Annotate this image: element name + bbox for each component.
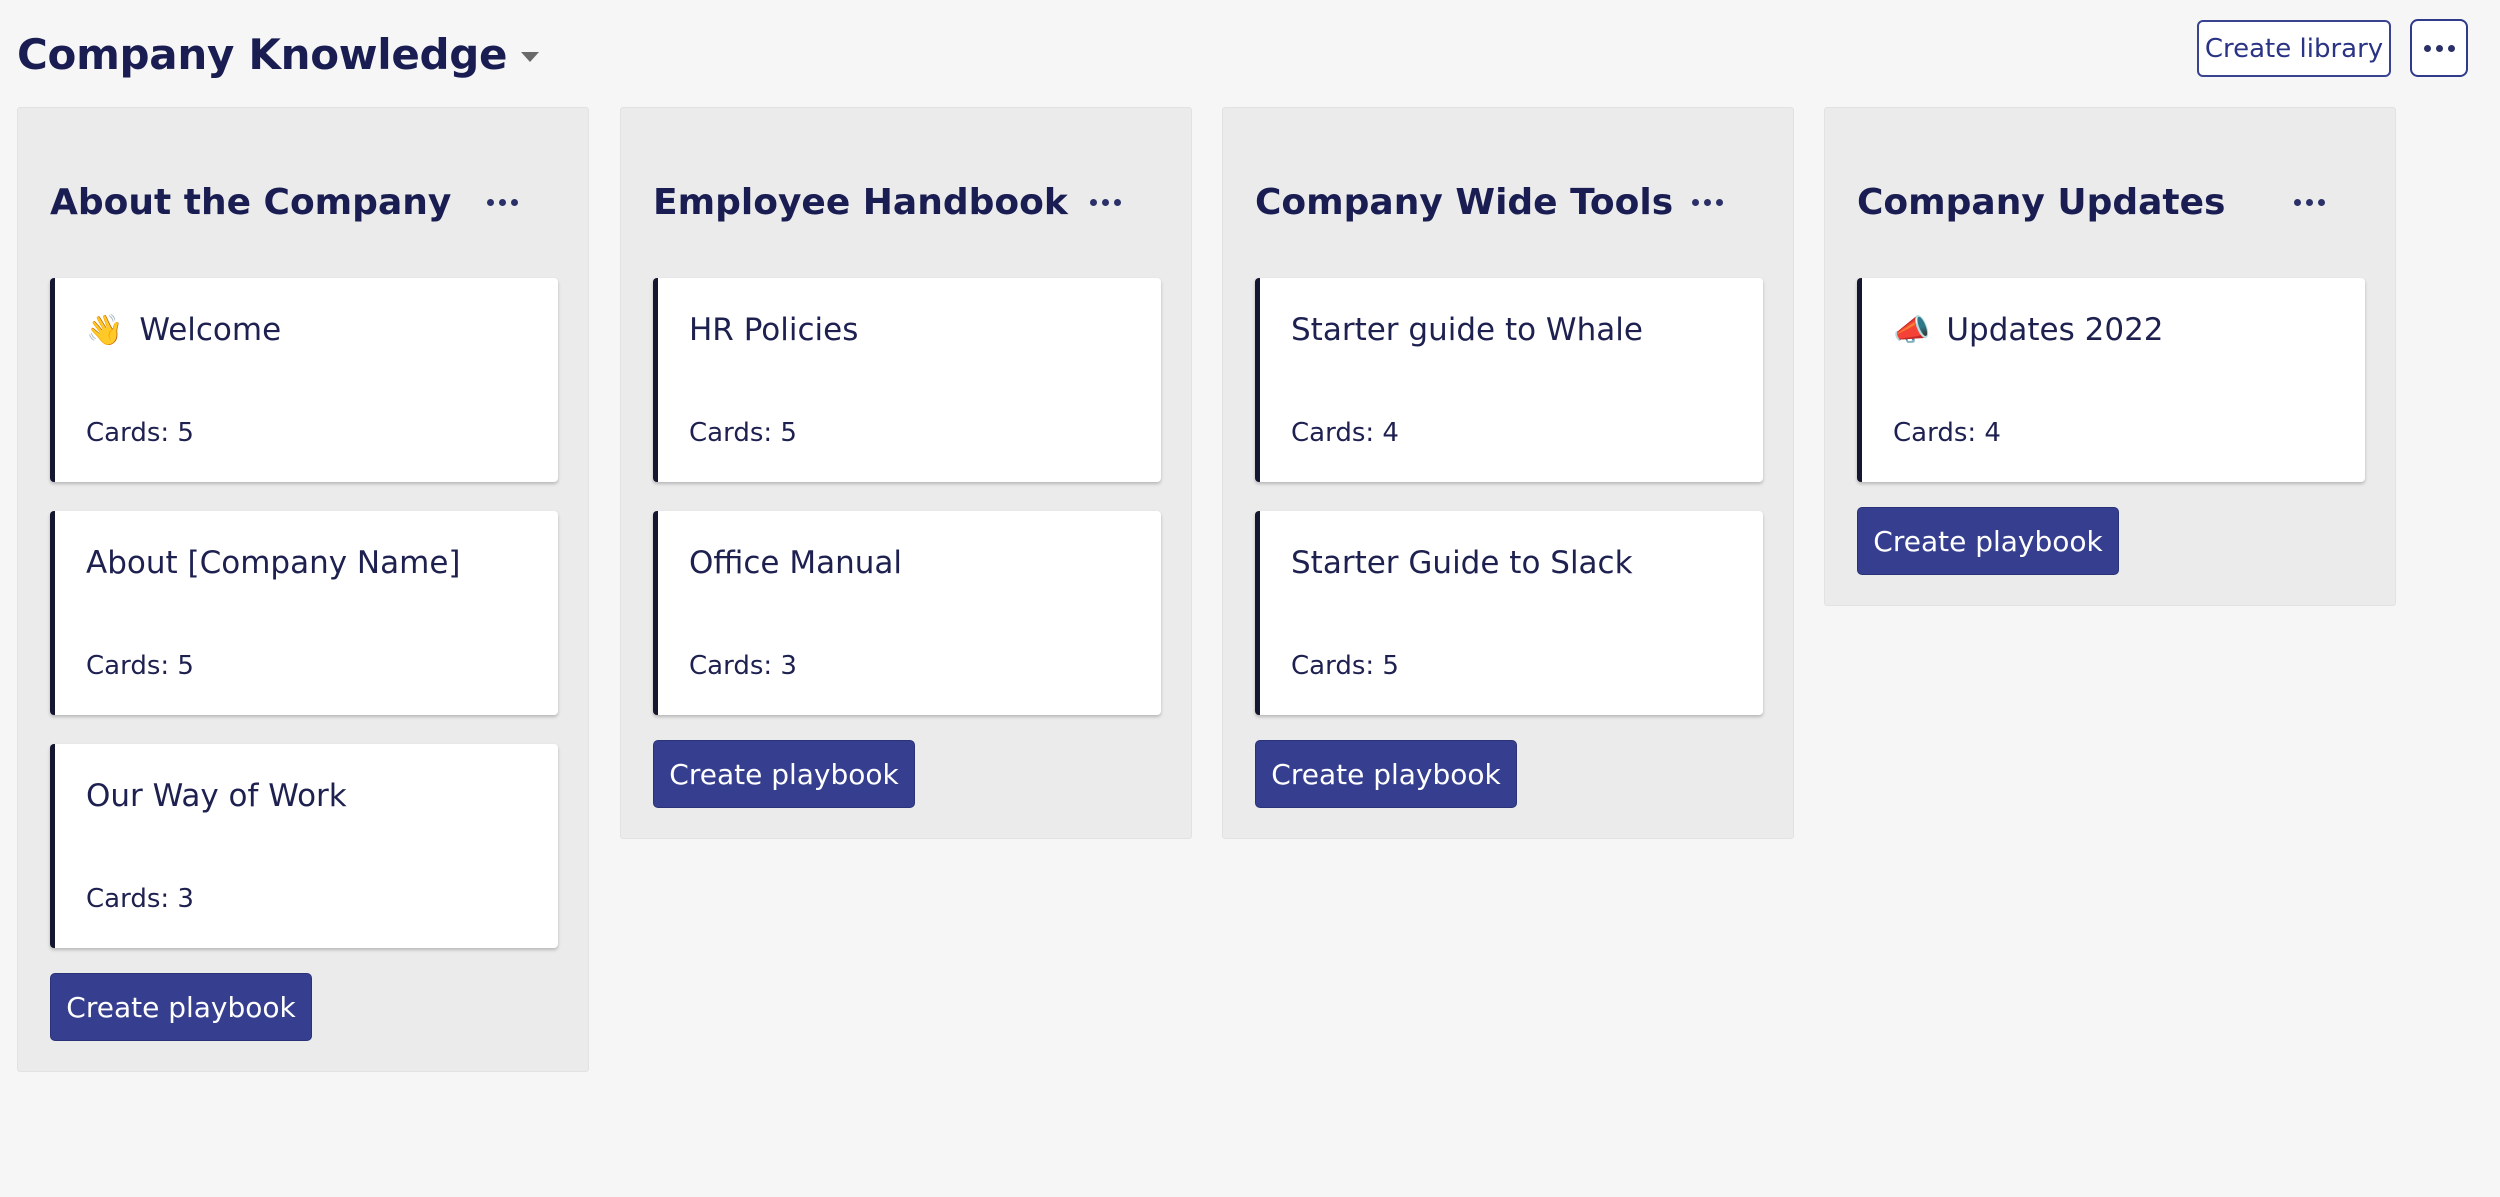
card-count: Cards: 3 [86,884,194,914]
column-more-button[interactable] [1679,174,1735,230]
library-column: Company Wide Tools Starter guide to Whale… [1222,107,1794,839]
create-playbook-button[interactable]: Create playbook [653,740,915,808]
ellipsis-icon [2423,44,2455,52]
card-title: Starter Guide to Slack [1291,545,1633,581]
card-count: Cards: 3 [689,651,797,681]
page-title: Company Knowledge [17,29,508,79]
column-header: Company Updates [1857,174,2363,230]
card-count: Cards: 5 [689,418,797,448]
card-title-text: Starter guide to Whale [1291,312,1643,348]
playbook-card[interactable]: 📣 Updates 2022 Cards: 4 [1857,278,2365,482]
card-title-text: Updates 2022 [1946,312,2164,348]
playbook-card[interactable]: Starter Guide to Slack Cards: 5 [1255,511,1763,715]
library-column: Employee Handbook HR Policies Cards: 5 Offi… [620,107,1192,839]
library-column: Company Updates 📣 Updates 2022 Cards: 4 Crea… [1824,107,2396,606]
create-playbook-button[interactable]: Create playbook [1857,507,2119,575]
column-title: Employee Handbook [653,181,1068,223]
ellipsis-icon [1089,198,1121,206]
card-title: Office Manual [689,545,902,581]
playbook-card[interactable]: About [Company Name] Cards: 5 [50,511,558,715]
card-title-text: Office Manual [689,545,902,581]
caret-down-icon[interactable] [521,52,540,62]
card-title: 📣 Updates 2022 [1893,312,2164,348]
top-bar: Company Knowledge Create library [0,0,2500,100]
card-emoji-icon: 📣 [1893,312,1931,348]
card-title: 👋 Welcome [86,312,281,348]
playbook-card[interactable]: Office Manual Cards: 3 [653,511,1161,715]
card-count: Cards: 4 [1893,418,2001,448]
card-title-text: Our Way of Work [86,778,347,814]
playbook-card[interactable]: HR Policies Cards: 5 [653,278,1161,482]
library-selector[interactable]: Company Knowledge [17,26,540,82]
card-title-text: HR Policies [689,312,859,348]
playbook-card[interactable]: 👋 Welcome Cards: 5 [50,278,558,482]
playbook-card[interactable]: Starter guide to Whale Cards: 4 [1255,278,1763,482]
card-emoji-icon: 👋 [86,312,124,348]
playbook-card[interactable]: Our Way of Work Cards: 3 [50,744,558,948]
ellipsis-icon [2293,198,2325,206]
more-options-button[interactable] [2410,19,2468,77]
card-title-text: About [Company Name] [86,545,461,581]
card-count: Cards: 5 [1291,651,1399,681]
column-title: About the Company [50,181,452,223]
card-title: HR Policies [689,312,858,348]
create-library-button[interactable]: Create library [2197,20,2391,77]
library-column: About the Company 👋 Welcome Cards: 5 About [… [17,107,589,1072]
column-header: Company Wide Tools [1255,174,1761,230]
create-playbook-button[interactable]: Create playbook [1255,740,1517,808]
column-more-button[interactable] [1077,174,1133,230]
card-title-text: Welcome [139,312,282,348]
card-count: Cards: 5 [86,651,194,681]
card-count: Cards: 5 [86,418,194,448]
card-count: Cards: 4 [1291,418,1399,448]
ellipsis-icon [1691,198,1723,206]
column-more-button[interactable] [2281,174,2337,230]
column-more-button[interactable] [474,174,530,230]
column-header: Employee Handbook [653,174,1159,230]
column-title: Company Updates [1857,181,2226,223]
card-title-text: Starter Guide to Slack [1291,545,1633,581]
card-title: Starter guide to Whale [1291,312,1643,348]
ellipsis-icon [486,198,518,206]
card-title: Our Way of Work [86,778,347,814]
create-playbook-button[interactable]: Create playbook [50,973,312,1041]
column-header: About the Company [50,174,556,230]
card-title: About [Company Name] [86,545,460,581]
column-title: Company Wide Tools [1255,181,1674,223]
